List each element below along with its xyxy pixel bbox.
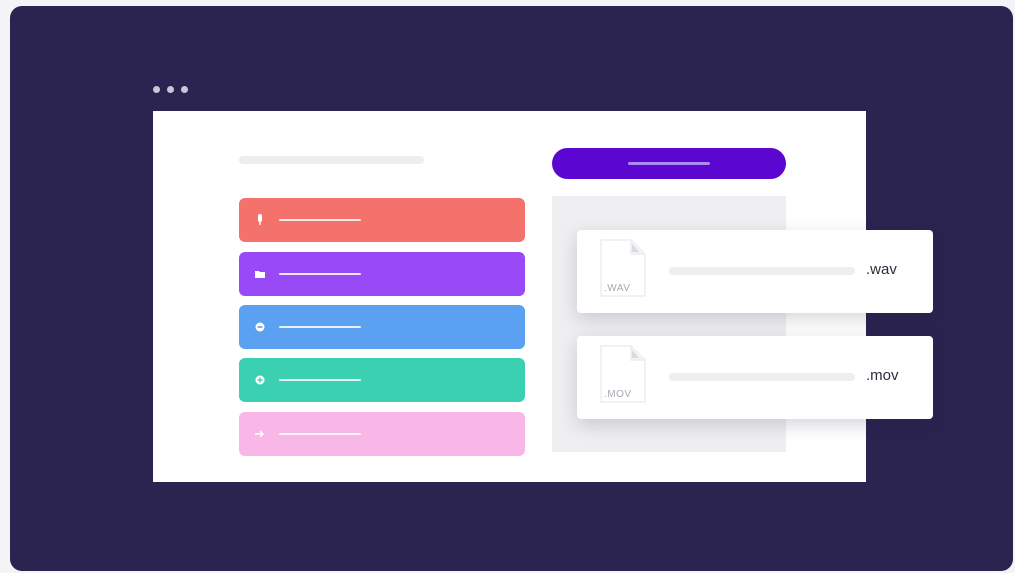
file-document-icon: .WAV bbox=[599, 238, 647, 298]
window-dots bbox=[153, 86, 188, 93]
file-progress-placeholder bbox=[669, 373, 855, 381]
folder-icon bbox=[253, 270, 267, 278]
arrow-right-icon bbox=[253, 430, 267, 438]
file-extension-label: .WAV bbox=[604, 283, 631, 294]
window-dot bbox=[181, 86, 188, 93]
source-item-record[interactable] bbox=[239, 305, 525, 349]
file-card-wav[interactable]: .WAV .wav bbox=[577, 230, 933, 313]
item-label-placeholder bbox=[279, 273, 361, 275]
item-label-placeholder bbox=[279, 326, 361, 328]
plus-circle-icon bbox=[253, 375, 267, 385]
window-dot bbox=[167, 86, 174, 93]
file-progress-placeholder bbox=[669, 267, 855, 275]
button-label-placeholder bbox=[628, 162, 710, 165]
file-name: .wav bbox=[866, 261, 897, 278]
source-item-folder[interactable] bbox=[239, 252, 525, 296]
app-frame: .WAV .wav .MOV .mov bbox=[10, 6, 1013, 571]
window-dot bbox=[153, 86, 160, 93]
file-extension-label: .MOV bbox=[604, 389, 632, 400]
source-item-microphone[interactable] bbox=[239, 198, 525, 242]
source-item-add[interactable] bbox=[239, 358, 525, 402]
file-card-mov[interactable]: .MOV .mov bbox=[577, 336, 933, 419]
title-placeholder bbox=[239, 156, 424, 164]
item-label-placeholder bbox=[279, 379, 361, 381]
microphone-icon bbox=[253, 214, 267, 226]
record-icon bbox=[253, 322, 267, 332]
upload-button[interactable] bbox=[552, 148, 786, 179]
item-label-placeholder bbox=[279, 433, 361, 435]
file-name: .mov bbox=[866, 367, 899, 384]
item-label-placeholder bbox=[279, 219, 361, 221]
file-document-icon: .MOV bbox=[599, 344, 647, 404]
source-item-import[interactable] bbox=[239, 412, 525, 456]
